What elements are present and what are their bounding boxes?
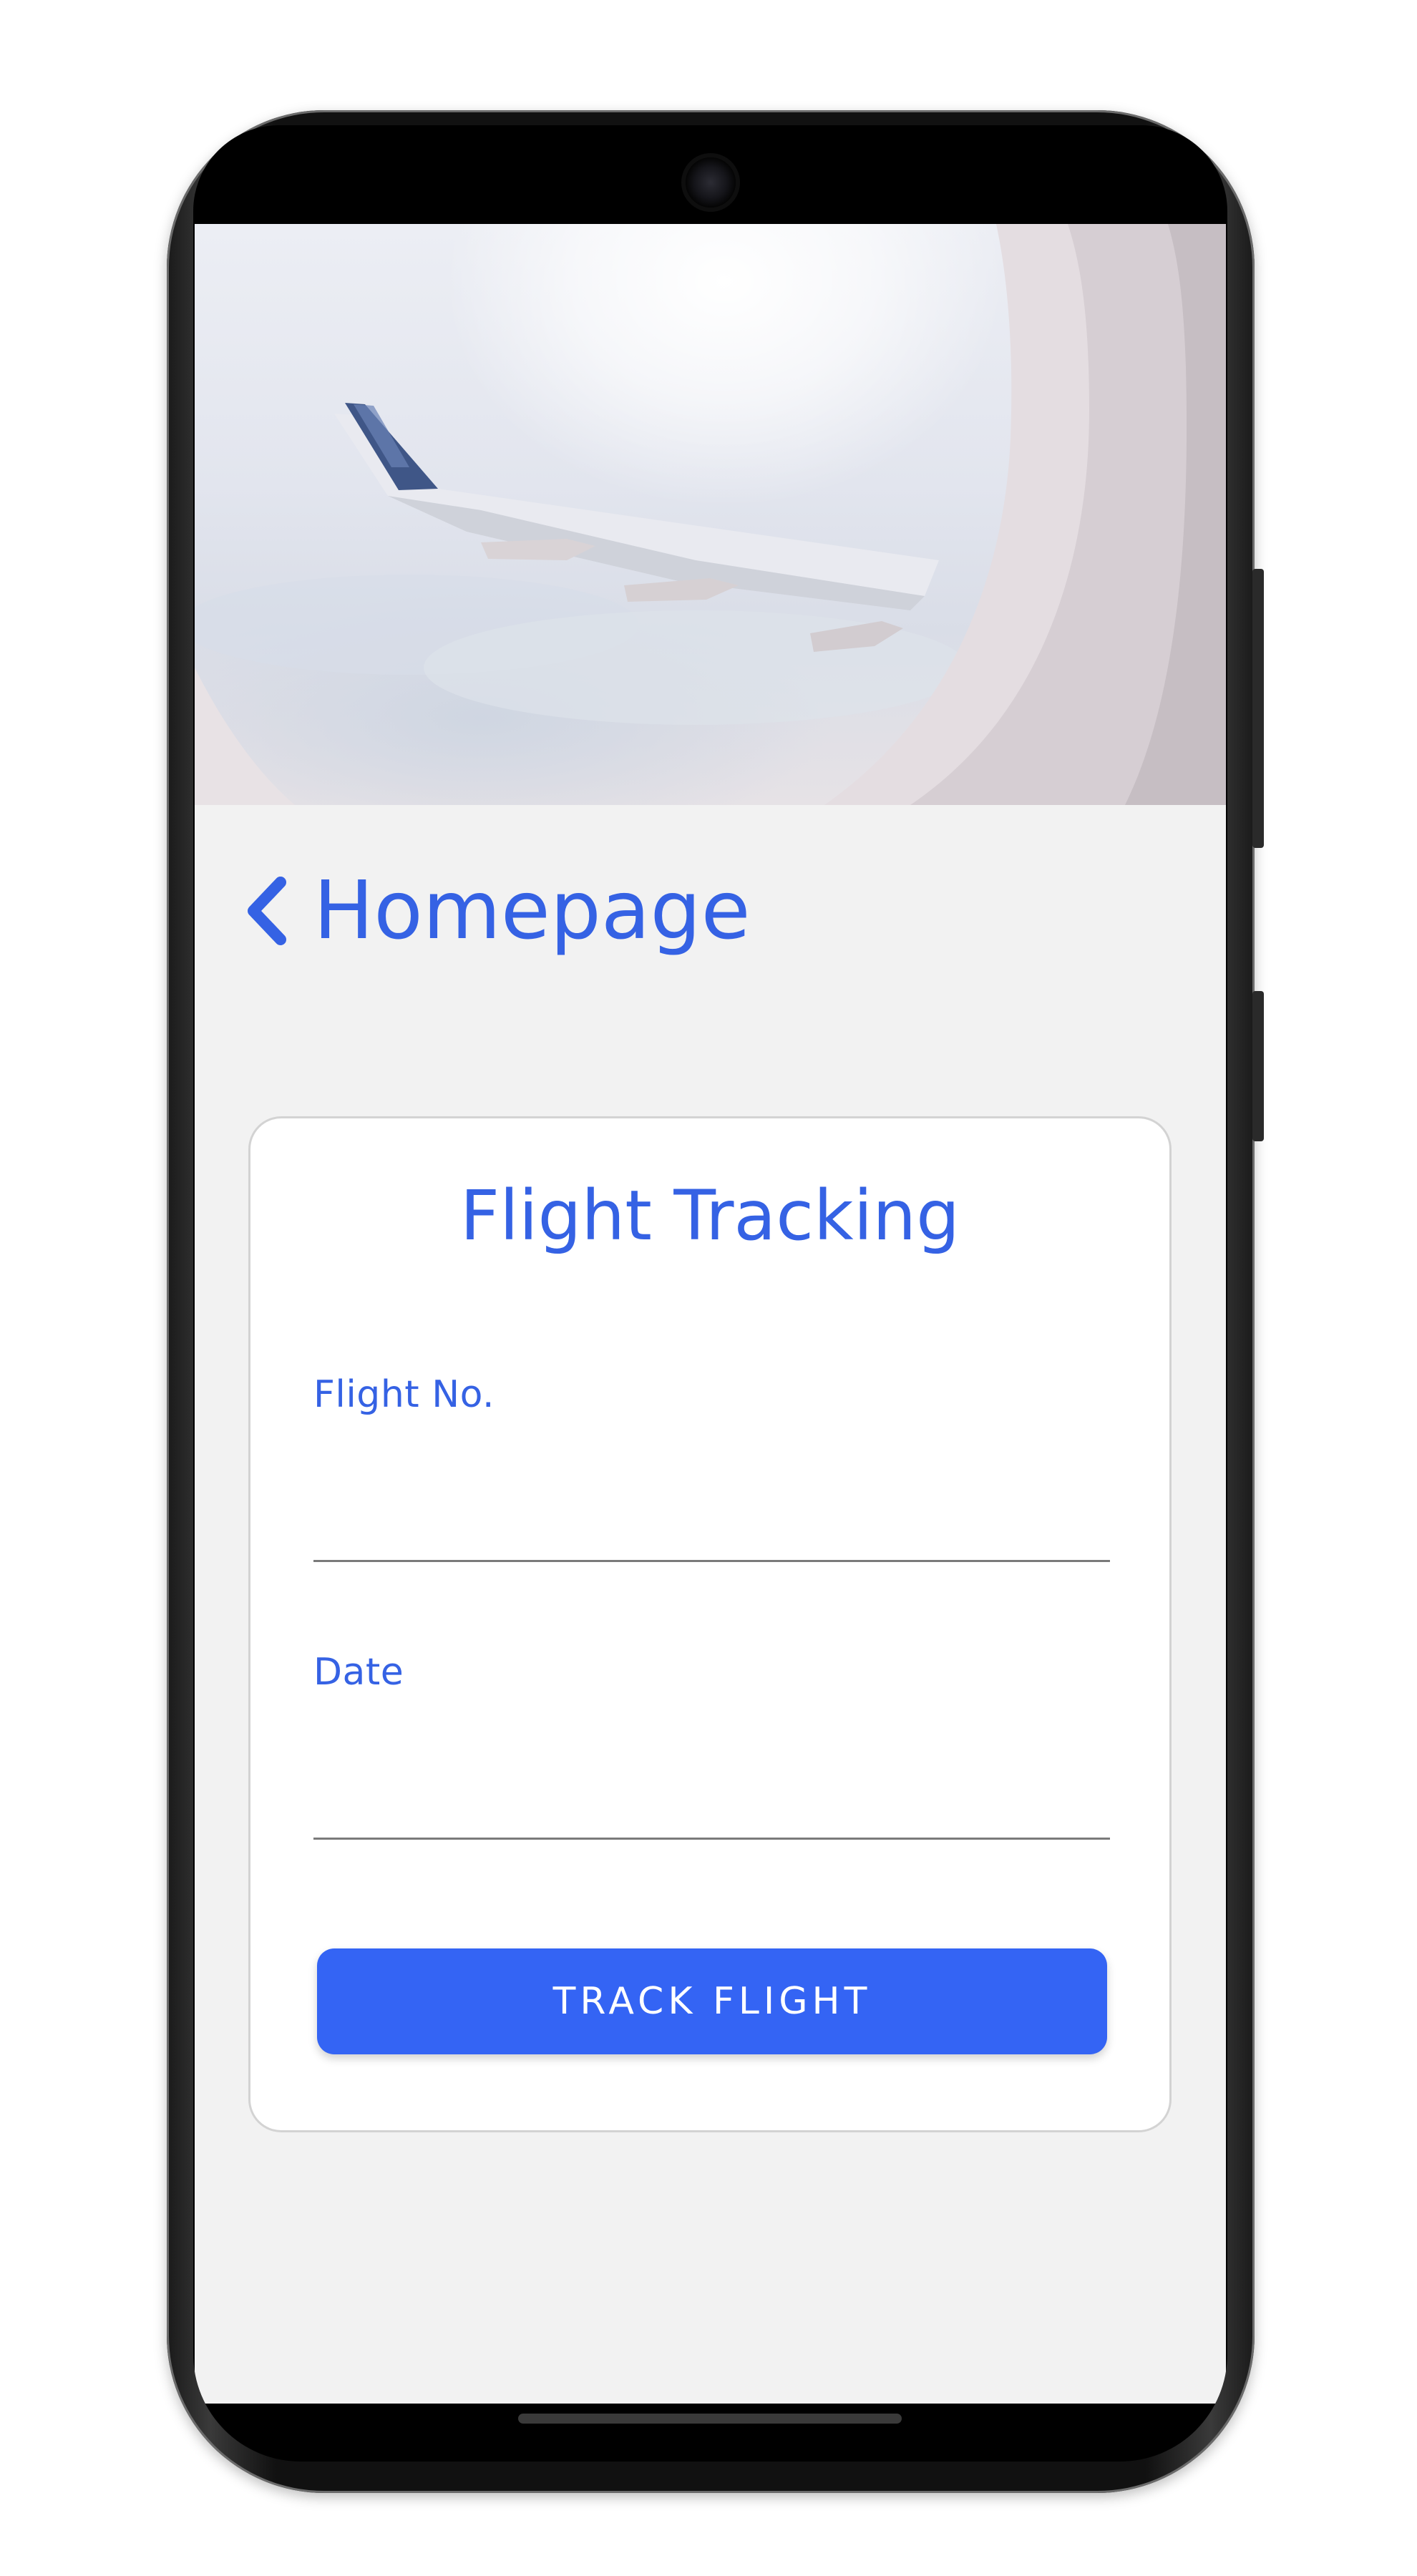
chevron-left-icon [248,877,286,945]
flight-number-label: Flight No. [313,1373,495,1416]
home-indicator[interactable] [518,2414,902,2424]
card-title: Flight Tracking [459,1176,960,1256]
flight-number-input[interactable] [313,1455,1110,1562]
hero-image-airplane-window [195,224,1226,805]
track-flight-button[interactable]: TRACK FLIGHT [317,1948,1107,2054]
back-to-homepage-link[interactable]: Homepage [243,868,750,954]
date-input[interactable] [313,1732,1110,1840]
power-button [1252,991,1264,1141]
phone-screen: Homepage Flight Tracking Flight No. Date… [193,125,1227,2462]
device-stage: Homepage Flight Tracking Flight No. Date… [0,0,1417,2576]
date-label: Date [313,1651,404,1694]
airplane-wing-illustration [195,224,1226,805]
date-field: Date [313,1654,1110,1840]
flight-tracking-screen: Homepage Flight Tracking Flight No. Date… [195,224,1226,2404]
flight-number-field: Flight No. [313,1376,1110,1562]
volume-button [1252,569,1264,848]
flight-tracking-card: Flight Tracking Flight No. Date TRACK FL… [248,1116,1172,2132]
back-link-label: Homepage [313,864,751,957]
front-camera [686,157,736,208]
